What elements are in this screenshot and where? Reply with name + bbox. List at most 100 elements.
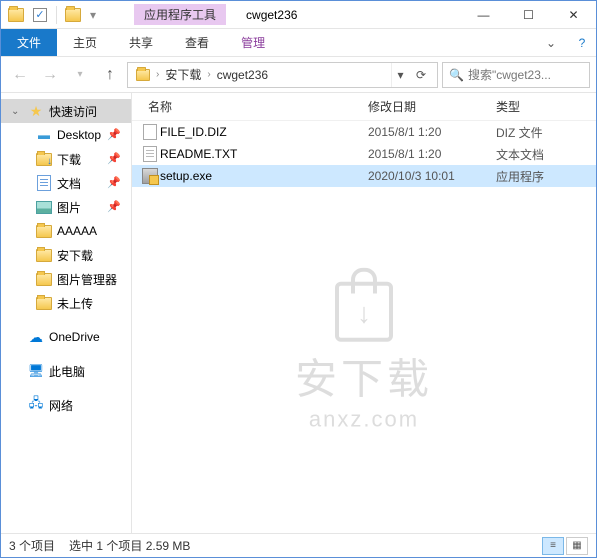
sidebar-item-label: 网络 xyxy=(49,397,73,414)
sidebar-item-label: 安下载 xyxy=(57,247,93,264)
context-tab-label: 应用程序工具 xyxy=(134,4,226,25)
documents-icon xyxy=(35,174,53,192)
pin-icon: 📌 xyxy=(107,152,121,166)
ribbon-tabs: 文件 主页 共享 查看 管理 ⌄ ? xyxy=(1,29,596,57)
status-item-count: 3 个项目 xyxy=(9,537,55,554)
help-button[interactable]: ? xyxy=(568,29,596,56)
search-input[interactable]: 🔍 搜索"cwget23... xyxy=(442,62,590,88)
quick-access-toolbar: ✓ ▾ xyxy=(1,4,104,26)
status-selection: 选中 1 个项目 2.59 MB xyxy=(69,537,190,554)
search-icon: 🔍 xyxy=(449,68,464,82)
maximize-button[interactable]: ☐ xyxy=(506,1,551,29)
cloud-icon: ☁ xyxy=(27,328,45,346)
file-type: 应用程序 xyxy=(496,168,596,185)
sidebar-item-label: Desktop xyxy=(57,128,101,142)
file-row[interactable]: README.TXT 2015/8/1 1:20 文本文档 xyxy=(132,143,596,165)
chevron-right-icon[interactable]: › xyxy=(205,69,212,80)
qat-dropdown-icon[interactable]: ▾ xyxy=(86,8,100,22)
navigation-pane: ⌄ ★ 快速访问 ▬ Desktop 📌 下载 📌 文档 📌 图片 📌 AAAA… xyxy=(1,93,132,533)
search-placeholder: 搜索"cwget23... xyxy=(468,66,551,83)
folder-icon xyxy=(35,246,53,264)
sidebar-item-label: AAAAA xyxy=(57,224,97,238)
address-root-icon[interactable] xyxy=(132,69,154,81)
tab-share[interactable]: 共享 xyxy=(113,29,169,56)
watermark-bag-icon xyxy=(335,282,393,342)
qat-separator xyxy=(56,6,57,24)
nav-forward-button[interactable]: → xyxy=(37,62,63,88)
tab-view[interactable]: 查看 xyxy=(169,29,225,56)
address-segment-1[interactable]: 安下载 xyxy=(161,66,205,83)
sidebar-item-label: 图片管理器 xyxy=(57,271,117,288)
column-headers: 名称 修改日期 类型 xyxy=(132,93,596,121)
sidebar-item-anxiazai[interactable]: 安下载 xyxy=(1,243,131,267)
file-type: 文本文档 xyxy=(496,146,596,163)
folder-icon xyxy=(35,294,53,312)
file-date: 2015/8/1 1:20 xyxy=(368,125,496,139)
network-icon: 🖧 xyxy=(27,396,45,414)
minimize-button[interactable]: ― xyxy=(461,1,506,29)
sidebar-item-label: 快速访问 xyxy=(49,103,97,120)
properties-qat-button[interactable]: ✓ xyxy=(29,4,51,26)
tab-file[interactable]: 文件 xyxy=(1,29,57,56)
ribbon-expand-button[interactable]: ⌄ xyxy=(534,29,568,56)
sidebar-item-thispc[interactable]: 🖥 此电脑 xyxy=(1,359,131,383)
file-date: 2020/10/3 10:01 xyxy=(368,169,496,183)
tab-manage[interactable]: 管理 xyxy=(225,29,281,56)
address-segment-2[interactable]: cwget236 xyxy=(213,68,272,82)
address-history-dropdown[interactable]: ▾ xyxy=(391,63,409,87)
nav-recent-dropdown[interactable]: ▾ xyxy=(67,62,93,88)
file-date: 2015/8/1 1:20 xyxy=(368,147,496,161)
sidebar-quick-access[interactable]: ⌄ ★ 快速访问 xyxy=(1,99,131,123)
sidebar-item-label: 下载 xyxy=(57,151,81,168)
star-icon: ★ xyxy=(27,102,45,120)
sidebar-item-onedrive[interactable]: ☁ OneDrive xyxy=(1,325,131,349)
file-type: DIZ 文件 xyxy=(496,124,596,141)
nav-up-button[interactable]: ↑ xyxy=(97,62,123,88)
folder-icon xyxy=(35,222,53,240)
file-row[interactable]: setup.exe 2020/10/3 10:01 应用程序 xyxy=(132,165,596,187)
pin-icon: 📌 xyxy=(107,176,121,190)
sidebar-item-unuploaded[interactable]: 未上传 xyxy=(1,291,131,315)
column-header-type[interactable]: 类型 xyxy=(496,98,596,115)
column-header-name[interactable]: 名称 xyxy=(132,98,368,115)
text-file-icon xyxy=(140,146,160,162)
close-button[interactable]: ✕ xyxy=(551,1,596,29)
file-row[interactable]: FILE_ID.DIZ 2015/8/1 1:20 DIZ 文件 xyxy=(132,121,596,143)
sidebar-item-documents[interactable]: 文档 📌 xyxy=(1,171,131,195)
desktop-icon: ▬ xyxy=(35,126,53,144)
address-box[interactable]: › 安下载 › cwget236 ▾ ⟳ xyxy=(127,62,438,88)
window-title: cwget236 xyxy=(246,8,297,22)
tab-home[interactable]: 主页 xyxy=(57,29,113,56)
pin-icon: 📌 xyxy=(107,128,121,142)
sidebar-item-label: 文档 xyxy=(57,175,81,192)
view-details-button[interactable]: ≡ xyxy=(542,537,564,555)
folder-app-icon xyxy=(5,4,27,26)
file-name: setup.exe xyxy=(160,169,368,183)
sidebar-item-picmgr[interactable]: 图片管理器 xyxy=(1,267,131,291)
file-list[interactable]: FILE_ID.DIZ 2015/8/1 1:20 DIZ 文件 README.… xyxy=(132,121,596,533)
pin-icon: 📌 xyxy=(107,200,121,214)
file-name: README.TXT xyxy=(160,147,368,161)
folder-icon xyxy=(35,270,53,288)
column-header-date[interactable]: 修改日期 xyxy=(368,98,496,115)
sidebar-item-label: 图片 xyxy=(57,199,81,216)
sidebar-item-desktop[interactable]: ▬ Desktop 📌 xyxy=(1,123,131,147)
new-folder-qat-button[interactable] xyxy=(62,4,84,26)
title-bar: ✓ ▾ 应用程序工具 cwget236 ― ☐ ✕ xyxy=(1,1,596,29)
sidebar-item-label: 此电脑 xyxy=(49,363,85,380)
pictures-icon xyxy=(35,198,53,216)
file-name: FILE_ID.DIZ xyxy=(160,125,368,139)
pc-icon: 🖥 xyxy=(27,362,45,380)
chevron-right-icon[interactable]: › xyxy=(154,69,161,80)
expand-icon[interactable]: ⌄ xyxy=(11,106,23,117)
sidebar-item-network[interactable]: 🖧 网络 xyxy=(1,393,131,417)
sidebar-item-label: 未上传 xyxy=(57,295,93,312)
sidebar-item-aaaaa[interactable]: AAAAA xyxy=(1,219,131,243)
sidebar-item-label: OneDrive xyxy=(49,330,100,344)
nav-back-button[interactable]: ← xyxy=(7,62,33,88)
sidebar-item-downloads[interactable]: 下载 📌 xyxy=(1,147,131,171)
status-bar: 3 个项目 选中 1 个项目 2.59 MB ≡ ▦ xyxy=(1,533,596,557)
sidebar-item-pictures[interactable]: 图片 📌 xyxy=(1,195,131,219)
view-large-icons-button[interactable]: ▦ xyxy=(566,537,588,555)
refresh-button[interactable]: ⟳ xyxy=(409,68,433,82)
